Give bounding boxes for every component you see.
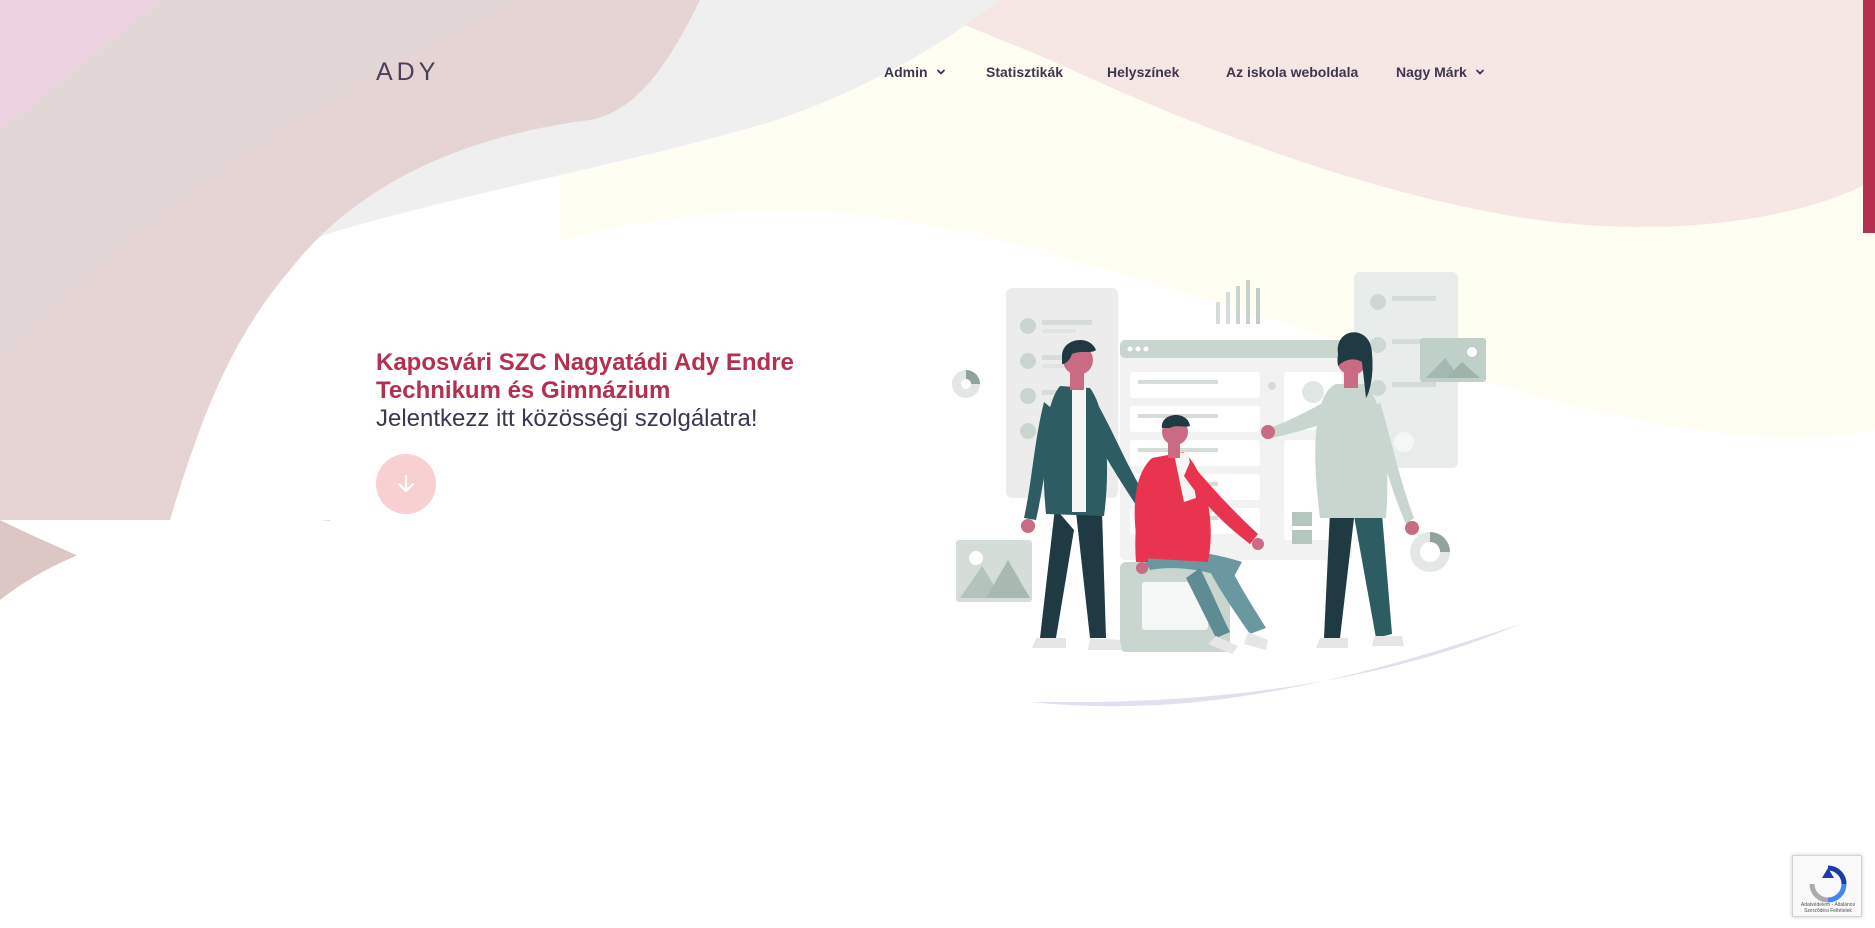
nav-item-statisztikak[interactable]: Statisztikák bbox=[986, 64, 1063, 80]
recaptcha-text: Adatvédelem - Általános Szerződési Felté… bbox=[1800, 902, 1856, 914]
nav-label-iskola-weboldala: Az iskola weboldala bbox=[1226, 64, 1359, 80]
scroll-down-button[interactable] bbox=[376, 454, 436, 514]
site-header: ADY Admin Statisztikák Helyszínek Az isk… bbox=[0, 0, 1875, 150]
nav-item-user-menu[interactable]: Nagy Márk bbox=[1396, 64, 1485, 80]
recaptcha-icon bbox=[1809, 865, 1847, 903]
hero-title-line1: Kaposvári SZC Nagyatádi Ady Endre bbox=[376, 349, 794, 376]
team-illustration bbox=[952, 272, 1520, 707]
hero-title: Kaposvári SZC Nagyatádi Ady Endre Techni… bbox=[376, 349, 896, 405]
main-nav: Admin Statisztikák Helyszínek Az iskola … bbox=[0, 64, 1875, 86]
nav-label-statisztikak: Statisztikák bbox=[986, 64, 1064, 80]
hero-section: Kaposvári SZC Nagyatádi Ady Endre Techni… bbox=[376, 349, 896, 433]
arrow-down-icon bbox=[397, 474, 415, 493]
nav-label-admin: Admin bbox=[884, 64, 928, 80]
chevron-down-icon bbox=[1475, 69, 1484, 75]
recaptcha-badge[interactable]: Adatvédelem - Általános Szerződési Felté… bbox=[1792, 855, 1862, 917]
chevron-down-icon bbox=[936, 69, 945, 75]
nav-item-iskola-weboldala[interactable]: Az iskola weboldala bbox=[1226, 64, 1358, 80]
hero-title-line2: Technikum és Gimnázium bbox=[376, 377, 671, 404]
nav-item-admin[interactable]: Admin bbox=[884, 64, 946, 80]
nav-label-helyszinek: Helyszínek bbox=[1107, 64, 1180, 80]
nav-label-user: Nagy Márk bbox=[1396, 64, 1467, 80]
hero-subtitle: Jelentkezz itt közösségi szolgálatra! bbox=[376, 405, 758, 432]
nav-item-helyszinek[interactable]: Helyszínek bbox=[1107, 64, 1179, 80]
